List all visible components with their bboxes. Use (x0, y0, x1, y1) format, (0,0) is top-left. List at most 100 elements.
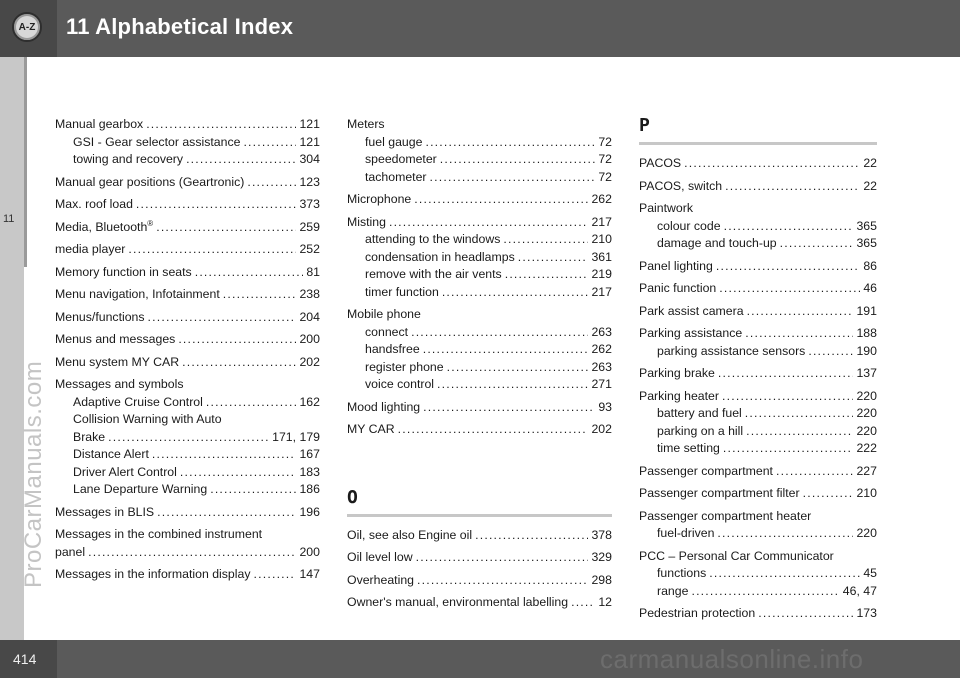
entry-page: 259 (299, 219, 320, 234)
subentry-label: GSI - Gear selector assistance (73, 134, 241, 149)
index-entry: Messages in the combined instrument pane… (55, 526, 320, 561)
subentry-page: 162 (299, 394, 320, 409)
index-column-3: P PACOS 22 PACOS, switch 22 Paintwork colo… (639, 116, 877, 628)
index-entry: Passenger compartment filter 210 (639, 485, 877, 503)
subentry-page: 361 (591, 249, 612, 264)
index-entry: Menus and messages 200 (55, 331, 320, 349)
subentry-page: 222 (856, 441, 877, 455)
entry-page: 200 (299, 332, 320, 346)
entry-page: 123 (299, 174, 320, 189)
index-entry: PACOS, switch 22 (639, 178, 877, 196)
subentry-label: attending to the windows (365, 232, 501, 246)
section-letter-o: O (347, 486, 358, 508)
entry-label: Microphone (347, 192, 412, 206)
index-entry: Microphone 262 (347, 191, 612, 209)
page-number-box: 414 (0, 640, 57, 678)
subentry-page: 72 (598, 152, 612, 166)
entry-page: 196 (299, 504, 320, 519)
entry-page: 262 (591, 192, 612, 206)
entry-label: Overheating (347, 572, 414, 587)
entry-label: PACOS (639, 156, 682, 170)
index-entry: Memory function in seats 81 (55, 264, 320, 282)
entry-label: PCC – Personal Car Communicator (639, 548, 834, 563)
entry-page: 220 (856, 388, 877, 403)
index-entry: Meters fuel gauge 72 speedometer 72 tachom… (347, 116, 612, 186)
entry-page: 204 (299, 309, 320, 324)
entry-label: PACOS, switch (639, 178, 723, 193)
subentry-label: Distance Alert (73, 447, 149, 461)
index-entry: Panic function 46 (639, 280, 877, 298)
entry-page: 252 (299, 242, 320, 256)
subentry-label: Collision Warning with Auto (73, 412, 222, 426)
index-entry: Menus/functions 204 (55, 309, 320, 327)
entry-label: Panic function (639, 281, 717, 295)
index-entry: MY CAR 202 (347, 421, 612, 439)
entry-label: Pedestrian protection (639, 606, 756, 620)
index-entry: Manual gear positions (Geartronic) 123 (55, 174, 320, 192)
entry-label: Parking assistance (639, 326, 743, 340)
index-entry: Pedestrian protection 173 (639, 605, 877, 623)
watermark-footer: carmanualsonline.info (600, 644, 864, 674)
entry-label: Messages in the information display (55, 567, 251, 581)
entry-label: Messages and symbols (55, 377, 184, 391)
subentry-label: Lane Departure Warning (73, 482, 208, 496)
chapter-badge: A-Z (0, 0, 57, 57)
entry-page: 202 (591, 422, 612, 436)
subentry-page: 46, 47 (842, 583, 877, 598)
entry-label: Passenger compartment heater (639, 508, 812, 523)
index-entry: PCC – Personal Car Communicator function… (639, 548, 877, 601)
subentry-page: 365 (856, 236, 877, 250)
index-column-2: Meters fuel gauge 72 speedometer 72 tachom… (347, 116, 612, 617)
index-entry: Misting 217 attending to the windows 210 c… (347, 214, 612, 302)
subentry-page: 263 (591, 359, 612, 374)
subentry-label: tachometer (365, 169, 427, 184)
entry-label: Parking heater (639, 388, 719, 403)
index-entry: Overheating 298 (347, 572, 612, 590)
entry-label: Menu navigation, Infotainment (55, 287, 220, 301)
index-entry: Messages in the information display 147 (55, 566, 320, 584)
index-entry: Passenger compartment heater fuel-driven… (639, 508, 877, 543)
entry-label: Misting (347, 214, 386, 229)
entry-label: Mood lighting (347, 399, 421, 414)
page-number: 414 (13, 651, 37, 667)
index-entry: Parking heater 220 battery and fuel 220 pa… (639, 388, 877, 458)
subentry-page: 220 (856, 423, 877, 438)
index-entry: PACOS 22 (639, 155, 877, 173)
index-entry: Oil, see also Engine oil 378 (347, 527, 612, 545)
entry-label: Oil, see also Engine oil (347, 527, 473, 542)
entry-page: 238 (299, 287, 320, 301)
entry-page: 147 (299, 567, 320, 581)
subentry-page: 167 (299, 447, 320, 461)
subentry-label: colour code (657, 218, 721, 233)
subentry-label: condensation in headlamps (365, 249, 515, 264)
subentry-label: time setting (657, 441, 720, 455)
subentry-label: register phone (365, 359, 444, 374)
index-entry: Manual gearbox 121 GSI - Gear selector as… (55, 116, 320, 169)
entry-page: 137 (856, 366, 877, 380)
subentry-page: 190 (856, 343, 877, 358)
index-entry: Mood lighting 93 (347, 399, 612, 417)
entry-label: MY CAR (347, 422, 395, 436)
subentry-label: battery and fuel (657, 406, 742, 420)
subentry-page: 72 (598, 134, 612, 149)
entry-label: Media, Bluetooth® (55, 219, 153, 237)
entry-page: 373 (299, 197, 320, 211)
subentry-label: speedometer (365, 152, 437, 166)
subentry-label: voice control (365, 377, 435, 391)
index-entry: media player 252 (55, 241, 320, 259)
entry-label: Mobile phone (347, 307, 421, 321)
subentry-page: 271 (591, 377, 612, 391)
entry-label: Messages in the combined instrument (55, 527, 263, 541)
index-column-1: Manual gearbox 121 GSI - Gear selector as… (55, 116, 320, 589)
entry-page: 378 (591, 527, 612, 542)
a-z-icon: A-Z (12, 12, 42, 42)
subentry-page: 171, 179 (272, 429, 320, 444)
subentry-page: 186 (299, 482, 320, 496)
entry-page: 46 (863, 281, 877, 295)
registered-mark: ® (147, 218, 154, 228)
entry-label: Menus and messages (55, 332, 176, 346)
entry-label: Passenger compartment (639, 463, 773, 478)
entry-page: 121 (299, 117, 320, 131)
index-entry: Messages in BLIS 196 (55, 504, 320, 522)
entry-page: 22 (863, 156, 877, 170)
